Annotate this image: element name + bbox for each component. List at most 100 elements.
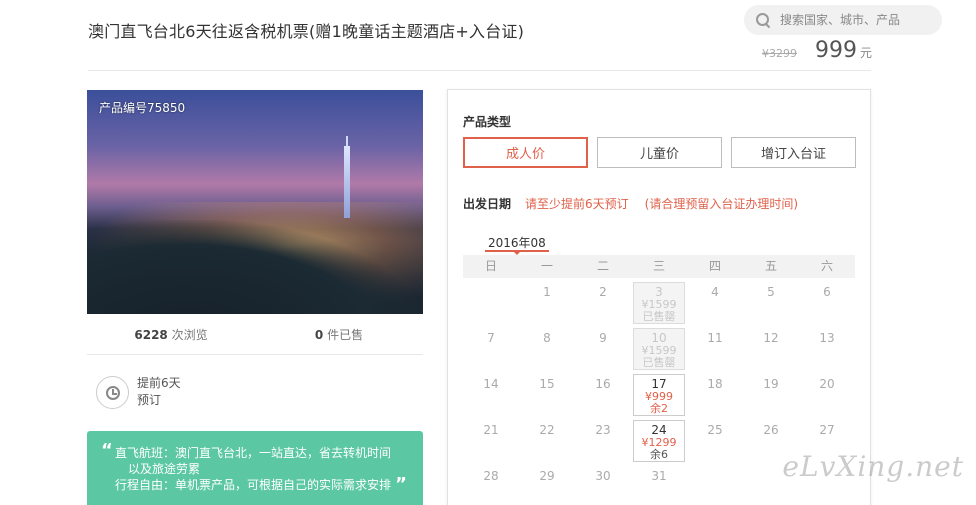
weekday-label: 五: [764, 259, 777, 273]
views-stat: 6228 次浏览: [87, 324, 255, 354]
search-box[interactable]: [744, 5, 942, 35]
weekday-label: 二: [596, 259, 609, 273]
day-number: 3: [655, 285, 663, 299]
sold-stat: 0 件已售: [255, 324, 423, 354]
day-number: 18: [707, 377, 723, 391]
day-number: 5: [767, 285, 775, 299]
calendar-day: 3 ¥1599 已售罄: [631, 278, 687, 324]
day-stock-status: 余2: [650, 402, 668, 415]
day-number: 23: [595, 423, 611, 437]
day-number: 29: [539, 469, 555, 483]
day-stock-status: 余6: [650, 448, 668, 461]
booking-advance-text: 提前6天 预订: [137, 375, 181, 409]
product-type-options: 成人价 儿童价 增订入台证: [463, 137, 856, 168]
original-price: ¥3299: [761, 47, 797, 60]
calendar-day: 16: [575, 370, 631, 416]
search-input[interactable]: [780, 13, 920, 27]
day-number: 28: [483, 469, 499, 483]
price-unit: 元: [859, 46, 872, 60]
price-area: ¥3299 999 元: [762, 38, 872, 63]
stats-divider: [87, 354, 423, 355]
weekday-label: 四: [708, 259, 721, 273]
calendar-day: 9: [575, 324, 631, 370]
day-number: 15: [539, 377, 555, 391]
views-label: 次浏览: [167, 328, 208, 342]
day-number: 24: [651, 423, 667, 437]
calendar-day[interactable]: 17 ¥999 余2: [631, 370, 687, 416]
day-number: 17: [651, 377, 667, 391]
calendar-day: 15: [519, 370, 575, 416]
calendar-day: [463, 278, 519, 324]
product-type-button-1[interactable]: 儿童价: [597, 137, 722, 168]
product-type-button-2[interactable]: 增订入台证: [731, 137, 856, 168]
calendar-day: 20: [799, 370, 855, 416]
day-number: 9: [599, 331, 607, 345]
day-number: 19: [763, 377, 779, 391]
product-type-label: 产品类型: [463, 115, 512, 129]
day-number: 20: [819, 377, 835, 391]
calendar-day: 21: [463, 416, 519, 462]
visa-notice: (请合理预留入台证办理时间): [644, 197, 799, 211]
open-quote-icon: “: [101, 440, 113, 461]
calendar-day: 8: [519, 324, 575, 370]
calendar-day: 19: [743, 370, 799, 416]
day-number: 11: [707, 331, 723, 345]
calendar-day: 6: [799, 278, 855, 324]
weekday-label: 六: [820, 259, 833, 273]
sold-label: 件已售: [323, 328, 364, 342]
taipei-101-tower: [344, 136, 350, 218]
feature-line1: 直飞航班：澳门直飞台北，一站直达，省去转机时间: [115, 446, 392, 460]
close-quote-icon: ”: [395, 474, 407, 495]
calendar-day[interactable]: 24 ¥1299 余6: [631, 416, 687, 462]
product-photo[interactable]: 产品编号75850: [87, 90, 423, 314]
month-tab[interactable]: 2016年08: [488, 234, 546, 251]
calendar-day: 23: [575, 416, 631, 462]
calendar-day: [687, 462, 743, 505]
calendar-day: 11: [687, 324, 743, 370]
feature-line2: 以及旅途劳累: [128, 462, 201, 476]
calendar-weekday-header: 日一二三四五六: [463, 255, 855, 278]
day-number: 4: [711, 285, 719, 299]
calendar-day: 22: [519, 416, 575, 462]
sold-count: 0: [314, 328, 324, 342]
clock-icon: [96, 375, 129, 409]
calendar-day: 2: [575, 278, 631, 324]
weekday-label: 日: [484, 259, 497, 273]
day-number: 16: [595, 377, 611, 391]
views-count: 6228: [134, 328, 168, 342]
feature-line3: 行程自由：单机票产品，可根据自己的实际需求安排: [115, 478, 392, 492]
advance-line1: 提前6天: [137, 376, 181, 390]
day-stock-status: 已售罄: [642, 356, 676, 369]
day-number: 12: [763, 331, 779, 345]
advance-notice: 请至少提前6天预订: [525, 197, 629, 211]
feature-highlight: “ 直飞航班：澳门直飞台北，一站直达，省去转机时间 以及旅途劳累 行程自由：单机…: [87, 431, 423, 505]
header-divider: [88, 70, 871, 71]
product-type-button-0[interactable]: 成人价: [463, 137, 588, 168]
day-number: 27: [819, 423, 835, 437]
day-number: 30: [595, 469, 611, 483]
product-stats: 6228 次浏览 0 件已售: [87, 324, 423, 354]
advance-line2: 预订: [137, 393, 162, 407]
day-number: 8: [543, 331, 551, 345]
page-title: 澳门直飞台北6天往返含税机票(赠1晚童话主题酒店+入台证): [88, 22, 525, 41]
foreground-hills: [87, 219, 423, 314]
calendar-day: 1: [519, 278, 575, 324]
calendar-day: 5: [743, 278, 799, 324]
booking-advance: 提前6天 预订: [96, 375, 181, 409]
day-stock-status: 已售罄: [642, 310, 676, 323]
day-number: 1: [543, 285, 551, 299]
calendar-day: 29: [519, 462, 575, 505]
day-number: 31: [651, 469, 667, 483]
day-number: 10: [651, 331, 667, 345]
day-number: 22: [539, 423, 555, 437]
calendar-day: 28: [463, 462, 519, 505]
departure-label: 出发日期: [463, 197, 512, 211]
calendar-day: 18: [687, 370, 743, 416]
calendar-day: 10 ¥1599 已售罄: [631, 324, 687, 370]
watermark-logo: eLvXing.net: [782, 450, 964, 483]
product-code: 产品编号75850: [99, 101, 186, 115]
departure-row: 出发日期 请至少提前6天预订 (请合理预留入台证办理时间): [463, 195, 798, 212]
day-number: 6: [823, 285, 831, 299]
day-number: 2: [599, 285, 607, 299]
weekday-label: 一: [540, 259, 553, 273]
